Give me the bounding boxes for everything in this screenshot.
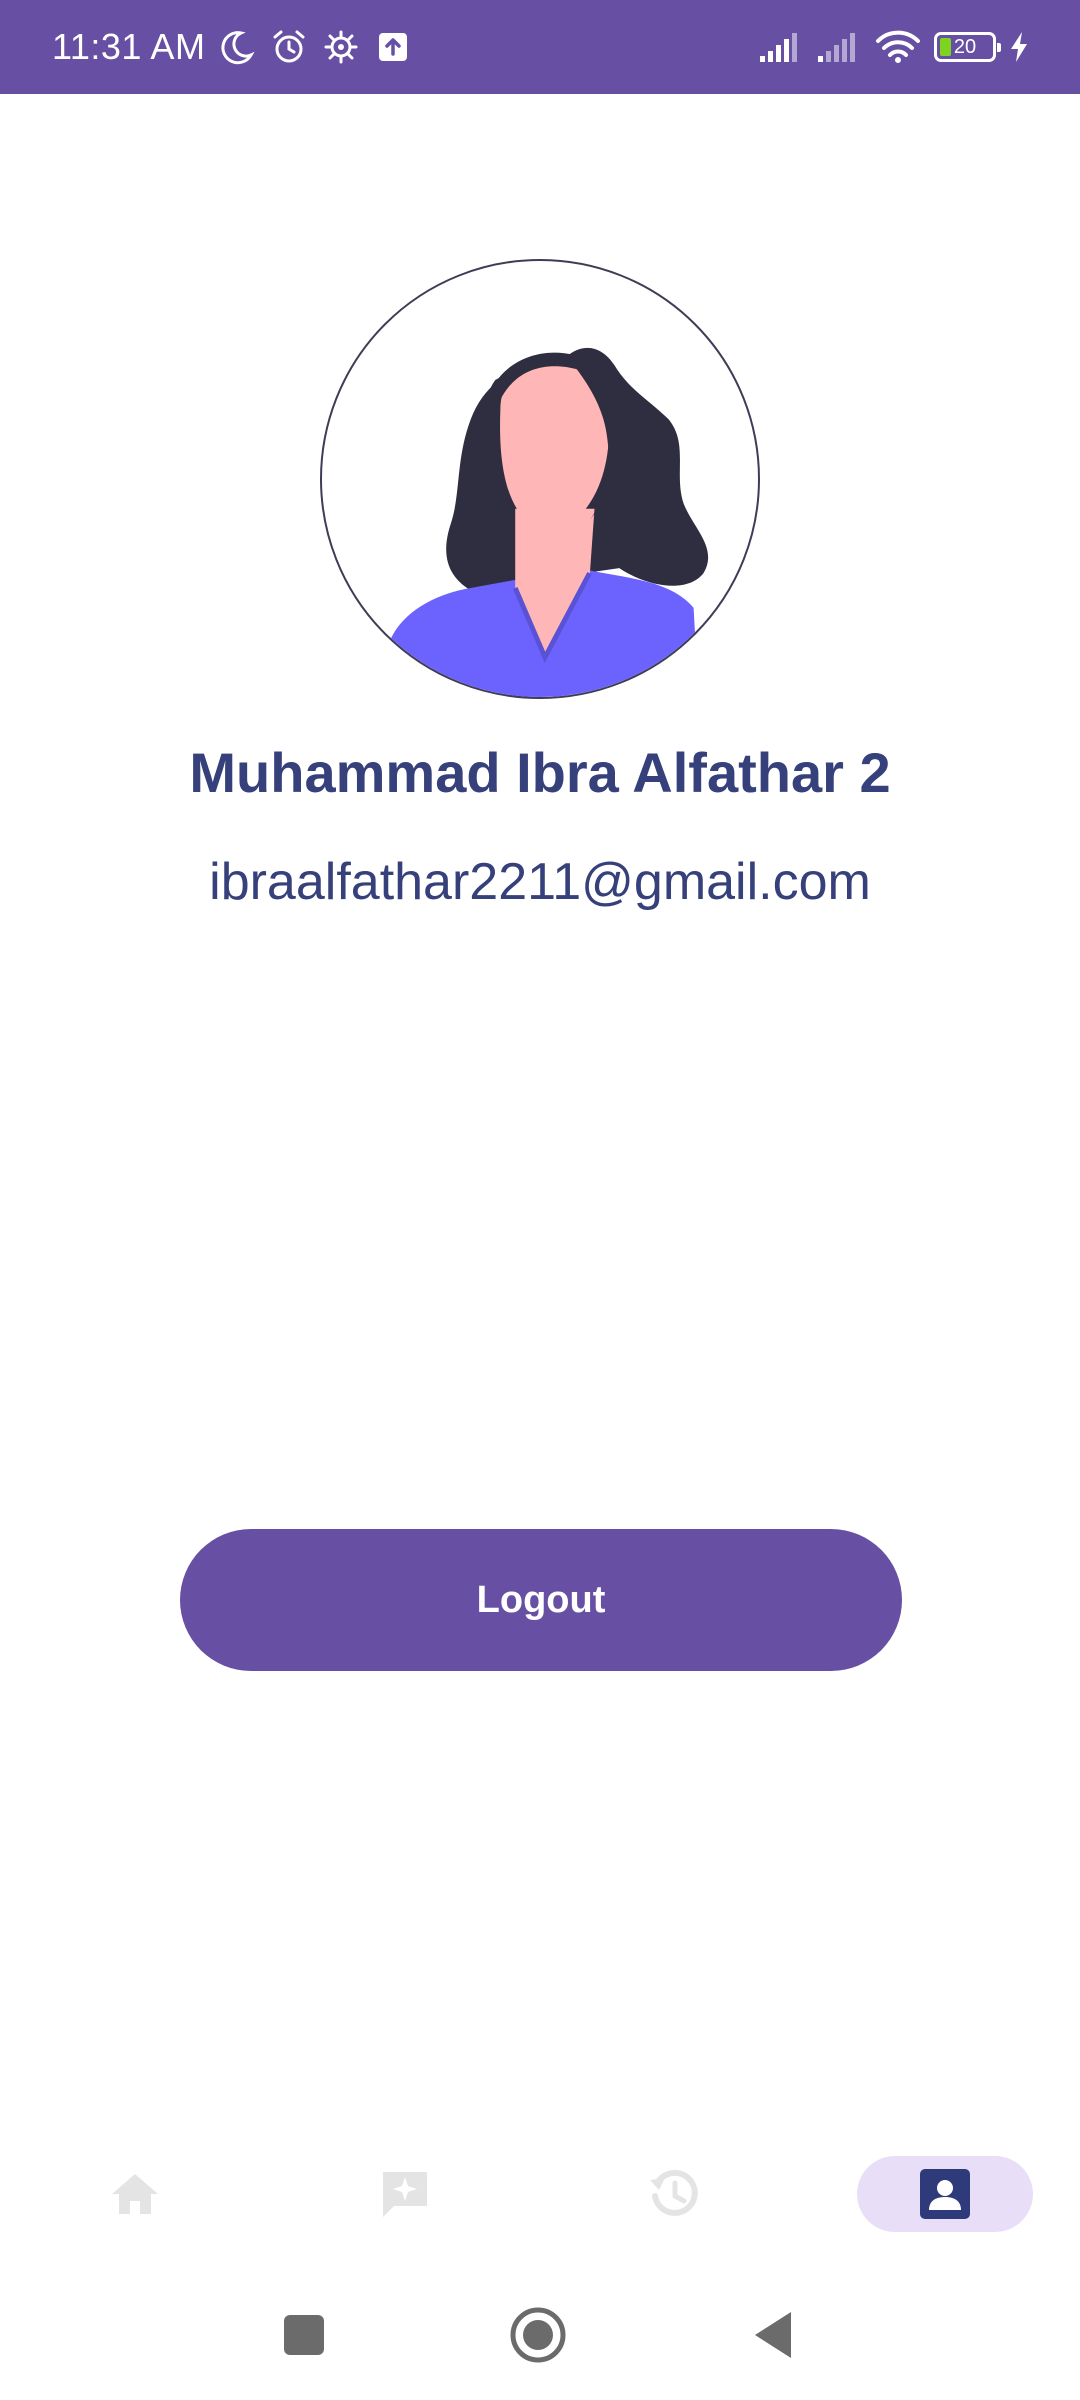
profile-name: Muhammad Ibra Alfathar 2 — [189, 741, 891, 804]
triangle-back-icon — [755, 2312, 791, 2358]
wifi-icon — [876, 30, 920, 63]
nav-item-profile[interactable] — [857, 2156, 1033, 2232]
signal-icon — [818, 33, 855, 62]
nav-item-chat[interactable] — [317, 2156, 493, 2232]
profile-screen: 11:31 AM 20 Muhammad Ibra Alfathar 2 ibr… — [0, 0, 1080, 2400]
profile-email: ibraalfathar2211@gmail.com — [209, 853, 871, 911]
profile-icon — [920, 2169, 970, 2219]
bottom-navigation — [0, 2140, 1080, 2250]
status-time: 11:31 AM — [52, 26, 206, 67]
battery-icon: 20 — [934, 32, 1001, 62]
nav-item-home[interactable] — [47, 2156, 223, 2232]
home-button[interactable] — [498, 2290, 578, 2380]
recents-button[interactable] — [264, 2290, 344, 2380]
chat-sparkle-icon — [383, 2172, 427, 2217]
status-left-icons — [217, 27, 413, 67]
charging-icon — [1011, 32, 1027, 62]
status-right-icons: 20 — [758, 29, 1030, 65]
woman-avatar-illustration — [381, 347, 709, 697]
settings-icon — [324, 30, 358, 64]
system-navigation-bar — [0, 2290, 1080, 2400]
upload-icon — [379, 33, 408, 61]
battery-level: 20 — [953, 35, 977, 58]
signal-icon — [760, 33, 797, 62]
history-icon — [650, 2169, 698, 2216]
back-button[interactable] — [733, 2290, 813, 2380]
moon-icon — [221, 31, 255, 65]
home-icon — [112, 2174, 158, 2214]
alarm-icon — [273, 30, 305, 63]
circle-icon — [510, 2307, 566, 2363]
status-bar: 11:31 AM 20 — [0, 0, 1080, 94]
square-icon — [284, 2315, 324, 2355]
logout-button[interactable]: Logout — [180, 1529, 902, 1671]
battery-fill — [940, 38, 951, 56]
avatar — [320, 259, 760, 699]
nav-item-history[interactable] — [586, 2156, 762, 2232]
